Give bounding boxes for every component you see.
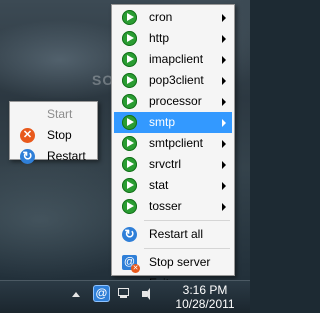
network-icon[interactable] — [118, 288, 129, 298]
service-item-stat[interactable]: stat — [114, 175, 232, 196]
play-icon — [122, 94, 137, 109]
service-item-tosser[interactable]: tosser — [114, 196, 232, 217]
submenu-arrow-icon — [222, 203, 226, 211]
play-icon — [122, 31, 137, 46]
service-label: stat — [149, 178, 169, 192]
service-label: smtpclient — [149, 136, 204, 150]
start-label: Start — [47, 107, 73, 121]
submenu-arrow-icon — [222, 182, 226, 190]
service-item-http[interactable]: http — [114, 28, 232, 49]
service-item-pop3client[interactable]: pop3client — [114, 70, 232, 91]
start-menu-item: Start — [12, 104, 95, 125]
clock-date[interactable]: 10/28/2011 — [170, 297, 240, 311]
service-submenu: Start ✕ Stop ↻ Restart — [9, 101, 98, 164]
service-label: http — [149, 31, 170, 45]
play-icon — [122, 73, 137, 88]
menu-separator — [144, 248, 230, 249]
service-label: srvctrl — [149, 157, 181, 171]
stop-label: Stop — [47, 128, 72, 142]
submenu-arrow-icon — [222, 98, 226, 106]
service-label: processor — [149, 94, 202, 108]
play-icon — [122, 52, 137, 67]
service-label: imapclient — [149, 52, 204, 66]
show-hidden-icons-arrow-icon[interactable] — [72, 292, 80, 297]
stop-server-label: Stop server — [149, 255, 211, 269]
submenu-arrow-icon — [222, 119, 226, 127]
submenu-arrow-icon — [222, 140, 226, 148]
stop-server-menu-item[interactable]: @ ✕ Stop server — [114, 252, 232, 273]
service-label: cron — [149, 10, 173, 24]
menu-separator — [144, 220, 230, 221]
server-tray-icon[interactable]: @ — [94, 286, 109, 301]
restart-menu-item[interactable]: ↻ Restart — [12, 146, 95, 167]
service-item-processor[interactable]: processor — [114, 91, 232, 112]
restart-all-label: Restart all — [149, 227, 204, 241]
submenu-arrow-icon — [222, 77, 226, 85]
play-icon — [122, 136, 137, 151]
submenu-arrow-icon — [222, 56, 226, 64]
service-item-smtpclient[interactable]: smtpclient — [114, 133, 232, 154]
submenu-arrow-icon — [222, 14, 226, 22]
play-icon — [122, 199, 137, 214]
submenu-arrow-icon — [222, 35, 226, 43]
service-label: smtp — [149, 115, 176, 129]
clock-time[interactable]: 3:16 PM — [170, 283, 240, 297]
play-icon — [122, 115, 137, 130]
service-label: tosser — [149, 199, 182, 213]
service-item-smtp[interactable]: smtp — [114, 112, 232, 133]
play-icon — [122, 157, 137, 172]
restart-icon: ↻ — [122, 227, 137, 242]
service-item-srvctrl[interactable]: srvctrl — [114, 154, 232, 175]
restart-label: Restart — [47, 149, 86, 163]
play-icon — [122, 178, 137, 193]
stop-server-icon: @ ✕ — [122, 255, 140, 273]
stop-menu-item[interactable]: ✕ Stop — [12, 125, 95, 146]
service-label: pop3client — [149, 73, 204, 87]
restart-all-menu-item[interactable]: ↻ Restart all — [114, 224, 232, 245]
service-item-cron[interactable]: cron — [114, 7, 232, 28]
volume-icon[interactable] — [142, 288, 150, 300]
service-item-imapclient[interactable]: imapclient — [114, 49, 232, 70]
restart-icon: ↻ — [20, 149, 35, 164]
play-icon — [122, 10, 137, 25]
tray-context-menu: cron http imapclient pop3client processo… — [111, 4, 235, 290]
stop-icon: ✕ — [20, 128, 35, 143]
submenu-arrow-icon — [222, 161, 226, 169]
